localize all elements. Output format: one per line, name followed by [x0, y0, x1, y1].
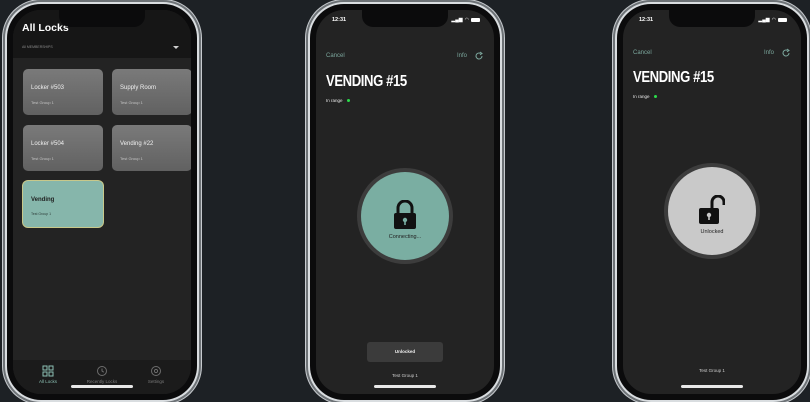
lock-button-face: Unlocked	[668, 167, 756, 255]
lock-title: VENDING #15	[326, 73, 407, 90]
unlock-status: Connecting...	[388, 234, 422, 240]
battery-icon	[778, 18, 787, 22]
range-label: In range	[326, 98, 343, 103]
membership-selector[interactable]: All MEMBERSHIPS	[22, 45, 53, 49]
phone-connecting: 12:31 ▂▄▆ ◠ Cancel Info VENDING #15 In r…	[310, 4, 500, 400]
unlock-button-face: Connecting...	[361, 172, 449, 260]
cancel-button[interactable]: Cancel	[326, 53, 345, 59]
battery-icon	[471, 18, 480, 22]
unlock-button[interactable]: Connecting...	[357, 168, 453, 264]
lock-name: Vending #22	[120, 141, 154, 147]
chevron-down-icon[interactable]	[173, 46, 179, 49]
home-indicator	[71, 385, 133, 388]
screen: 12:31 ▂▄▆ ◠ Cancel Info VENDING #15 In r…	[316, 10, 494, 394]
lock-name: Locker #503	[31, 85, 65, 91]
status-time: 12:31	[332, 17, 347, 23]
lock-name: Supply Room	[120, 85, 157, 91]
tab-settings[interactable]: Settings	[131, 365, 181, 384]
tab-label: All Locks	[38, 379, 57, 384]
home-indicator	[374, 385, 436, 388]
lock-open-icon	[699, 195, 725, 224]
home-indicator	[681, 385, 743, 388]
status-icons: ▂▄▆ ◠	[451, 17, 480, 23]
lock-button[interactable]: Unlocked	[664, 163, 760, 259]
lock-name: Locker #504	[31, 141, 65, 147]
notch	[669, 10, 755, 27]
refresh-icon[interactable]	[781, 48, 791, 58]
wifi-icon: ◠	[464, 17, 469, 23]
lock-tile[interactable]: Vending #22 Test Group 1	[112, 125, 191, 171]
info-button[interactable]: Info	[764, 50, 774, 56]
wifi-icon: ◠	[771, 17, 776, 23]
lock-name: Vending	[31, 197, 55, 203]
in-range-dot	[653, 95, 657, 99]
tab-recent-locks[interactable]: Recently Locks	[77, 365, 127, 384]
status-time: 12:31	[639, 17, 654, 23]
screen: All Locks All MEMBERSHIPS Locker #503 Te…	[13, 10, 191, 394]
lock-closed-icon	[394, 200, 416, 229]
lock-tile[interactable]: Locker #503 Test Group 1	[23, 69, 103, 115]
lock-tile-selected[interactable]: Vending Test Group 1	[23, 181, 103, 227]
range-status: In range	[326, 98, 350, 103]
tab-bar: All Locks Recently Locks Settings	[13, 360, 191, 394]
lock-tile[interactable]: Supply Room Test Group 1	[112, 69, 191, 115]
signal-icon: ▂▄▆	[451, 17, 463, 23]
tab-label: Settings	[147, 379, 165, 384]
tab-all-locks[interactable]: All Locks	[23, 365, 73, 384]
cancel-button[interactable]: Cancel	[633, 50, 652, 56]
phone-unlocked: 12:31 ▂▄▆ ◠ Cancel Info VENDING #15 In r…	[617, 4, 807, 400]
range-label: In range	[633, 94, 650, 99]
lock-group: Test Group 1	[120, 100, 143, 105]
lock-status: Unlocked	[700, 229, 724, 235]
status-toast: Unlocked	[367, 342, 443, 362]
lock-title: VENDING #15	[633, 69, 714, 86]
group-name: Test Group 1	[392, 373, 418, 378]
screen: 12:31 ▂▄▆ ◠ Cancel Info VENDING #15 In r…	[623, 10, 801, 394]
notch	[362, 10, 448, 27]
phone-all-locks: All Locks All MEMBERSHIPS Locker #503 Te…	[7, 4, 197, 400]
lock-group: Test Group 1	[31, 156, 54, 161]
grid-icon	[42, 365, 54, 377]
notch	[59, 10, 145, 27]
lock-group: Test Group 1	[31, 100, 54, 105]
in-range-dot	[346, 99, 350, 103]
clock-icon	[97, 366, 107, 376]
range-status: In range	[633, 94, 657, 99]
tab-label: Recently Locks	[86, 379, 118, 384]
status-icons: ▂▄▆ ◠	[758, 17, 787, 23]
lock-group: Test Group 1	[120, 156, 143, 161]
lock-tile[interactable]: Locker #504 Test Group 1	[23, 125, 103, 171]
group-name: Test Group 1	[699, 368, 725, 373]
refresh-icon[interactable]	[474, 51, 484, 61]
info-button[interactable]: Info	[457, 53, 467, 59]
gear-icon	[151, 366, 161, 376]
lock-group: Test Group 1	[31, 212, 52, 216]
signal-icon: ▂▄▆	[758, 17, 770, 23]
